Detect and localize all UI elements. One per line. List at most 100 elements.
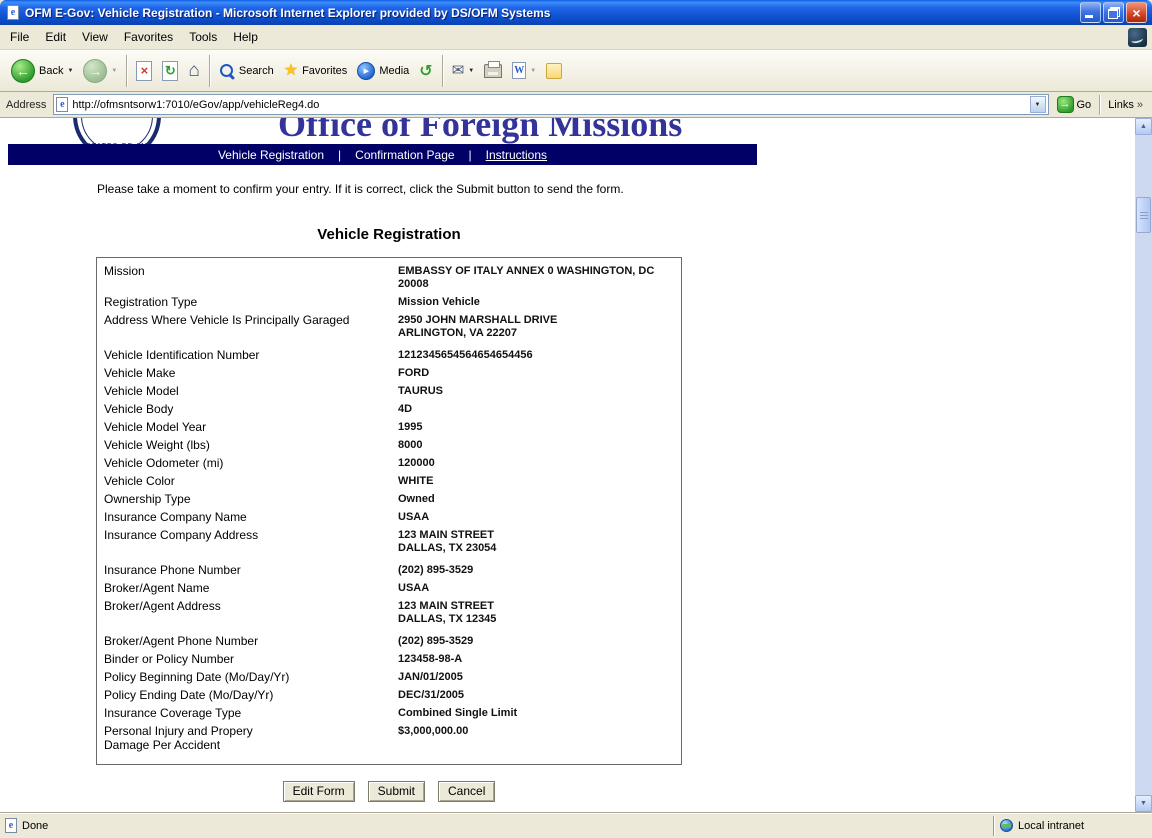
- intranet-globe-icon: [1000, 819, 1013, 832]
- menu-bar: FileEditViewFavoritesToolsHelp: [0, 25, 1152, 50]
- field-row: Vehicle Identification Number12123456545…: [104, 348, 675, 362]
- stop-icon: ×: [136, 61, 152, 81]
- back-button[interactable]: ← Back ▼: [6, 54, 78, 88]
- menu-edit[interactable]: Edit: [37, 27, 74, 47]
- field-label: Binder or Policy Number: [104, 652, 398, 666]
- menu-view[interactable]: View: [74, 27, 116, 47]
- menu-favorites[interactable]: Favorites: [116, 27, 181, 47]
- toolbar-separator: [209, 55, 210, 87]
- mail-button[interactable]: ✉ ▼: [447, 54, 480, 88]
- window-title: OFM E-Gov: Vehicle Registration - Micros…: [25, 6, 1074, 20]
- back-label: Back: [39, 65, 63, 77]
- search-button[interactable]: Search: [214, 54, 279, 88]
- history-button[interactable]: ↺: [414, 54, 437, 88]
- field-label: Personal Injury and ProperyDamage Per Ac…: [104, 724, 398, 752]
- cancel-button[interactable]: Cancel: [438, 781, 495, 802]
- field-row: Vehicle Odometer (mi)120000: [104, 456, 675, 470]
- toolbar-separator: [442, 55, 443, 87]
- nav-vehicle-registration[interactable]: Vehicle Registration: [218, 148, 324, 162]
- ie-brand-icon: [1128, 28, 1147, 47]
- home-button[interactable]: ⌂: [183, 54, 204, 88]
- field-label: Broker/Agent Phone Number: [104, 634, 398, 648]
- forward-button[interactable]: → ▼: [78, 54, 122, 88]
- field-row: Vehicle Model Year1995: [104, 420, 675, 434]
- refresh-button[interactable]: ↻: [157, 54, 183, 88]
- field-label: Mission: [104, 264, 398, 291]
- site-title: Office of Foreign Missions: [278, 118, 682, 145]
- app-icon: e: [5, 5, 21, 21]
- edit-form-button[interactable]: Edit Form: [283, 781, 355, 802]
- close-button[interactable]: ×: [1126, 2, 1147, 23]
- field-row: Policy Beginning Date (Mo/Day/Yr)JAN/01/…: [104, 670, 675, 684]
- search-label: Search: [239, 65, 274, 77]
- minimize-button[interactable]: [1080, 2, 1101, 23]
- confirmation-message: Please take a moment to confirm your ent…: [97, 182, 624, 196]
- field-label: Vehicle Identification Number: [104, 348, 398, 362]
- stop-x-glyph: ×: [141, 64, 149, 77]
- field-value: 8000: [398, 438, 675, 452]
- media-button[interactable]: ▶ Media: [352, 54, 414, 88]
- edit-dropdown-icon: ▼: [530, 68, 536, 74]
- field-value: Mission Vehicle: [398, 295, 675, 309]
- media-icon: ▶: [357, 62, 375, 80]
- nav-instructions[interactable]: Instructions: [486, 148, 547, 162]
- field-value: DEC/31/2005: [398, 688, 675, 702]
- back-dropdown-icon[interactable]: ▼: [67, 68, 73, 74]
- links-button[interactable]: Links »: [1099, 95, 1149, 115]
- stop-button[interactable]: ×: [131, 54, 157, 88]
- scroll-down-button[interactable]: ▼: [1135, 795, 1152, 812]
- submit-button[interactable]: Submit: [368, 781, 425, 802]
- field-row: Insurance Company Address123 MAIN STREET…: [104, 528, 675, 555]
- back-icon: ←: [11, 59, 35, 83]
- field-label: Broker/Agent Name: [104, 581, 398, 595]
- favorites-button[interactable]: ★ Favorites: [279, 54, 353, 88]
- restore-icon: [1108, 7, 1120, 19]
- links-chevron-icon: »: [1137, 99, 1143, 111]
- field-row: Insurance Coverage TypeCombined Single L…: [104, 706, 675, 720]
- scroll-up-button[interactable]: ▲: [1135, 118, 1152, 135]
- field-label: Vehicle Body: [104, 402, 398, 416]
- nav-confirmation-page[interactable]: Confirmation Page: [355, 148, 454, 162]
- address-bar: Address e http://ofmsntsorw1:7010/eGov/a…: [0, 92, 1152, 118]
- menu-tools[interactable]: Tools: [181, 27, 225, 47]
- mail-dropdown-icon[interactable]: ▼: [468, 68, 474, 74]
- field-value: (202) 895-3529: [398, 634, 675, 648]
- links-label: Links: [1108, 99, 1134, 111]
- address-dropdown-button[interactable]: ▼: [1030, 96, 1046, 113]
- status-document-icon: e: [5, 818, 17, 833]
- status-left-panel: e Done: [0, 818, 993, 833]
- go-label: Go: [1077, 99, 1092, 111]
- field-row: Policy Ending Date (Mo/Day/Yr)DEC/31/200…: [104, 688, 675, 702]
- field-row: Ownership TypeOwned: [104, 492, 675, 506]
- vertical-scrollbar[interactable]: ▲ ▼: [1135, 118, 1152, 812]
- status-text: Done: [22, 820, 48, 832]
- field-value: 1995: [398, 420, 675, 434]
- field-label: Broker/Agent Address: [104, 599, 398, 626]
- toolbar-separator: [126, 55, 127, 87]
- address-input[interactable]: e http://ofmsntsorw1:7010/eGov/app/vehic…: [53, 94, 1048, 115]
- go-button[interactable]: → Go: [1053, 96, 1096, 113]
- field-value: TAURUS: [398, 384, 675, 398]
- title-bar[interactable]: e OFM E-Gov: Vehicle Registration - Micr…: [0, 0, 1152, 25]
- mail-icon: ✉: [452, 63, 465, 78]
- form-actions: Edit Form Submit Cancel: [96, 781, 682, 802]
- menu-file[interactable]: File: [2, 27, 37, 47]
- field-label: Vehicle Weight (lbs): [104, 438, 398, 452]
- restore-button[interactable]: [1103, 2, 1124, 23]
- field-label: Insurance Phone Number: [104, 563, 398, 577]
- field-label: Registration Type: [104, 295, 398, 309]
- standard-toolbar: ← Back ▼ → ▼ × ↻ ⌂ Search ★ Favorites ▶ …: [0, 50, 1152, 92]
- scrollbar-thumb[interactable]: [1136, 197, 1151, 233]
- field-label: Insurance Company Name: [104, 510, 398, 524]
- address-label: Address: [3, 99, 49, 111]
- discuss-button[interactable]: [541, 54, 567, 88]
- refresh-glyph: ↻: [165, 64, 176, 77]
- field-row: Vehicle ColorWHITE: [104, 474, 675, 488]
- window-controls: ×: [1080, 2, 1147, 23]
- edit-with-word-button[interactable]: W ▼: [507, 54, 541, 88]
- field-value: 123458-98-A: [398, 652, 675, 666]
- print-button[interactable]: [479, 54, 507, 88]
- menu-help[interactable]: Help: [225, 27, 266, 47]
- field-row: Personal Injury and ProperyDamage Per Ac…: [104, 724, 675, 752]
- address-value: http://ofmsntsorw1:7010/eGov/app/vehicle…: [72, 99, 1025, 111]
